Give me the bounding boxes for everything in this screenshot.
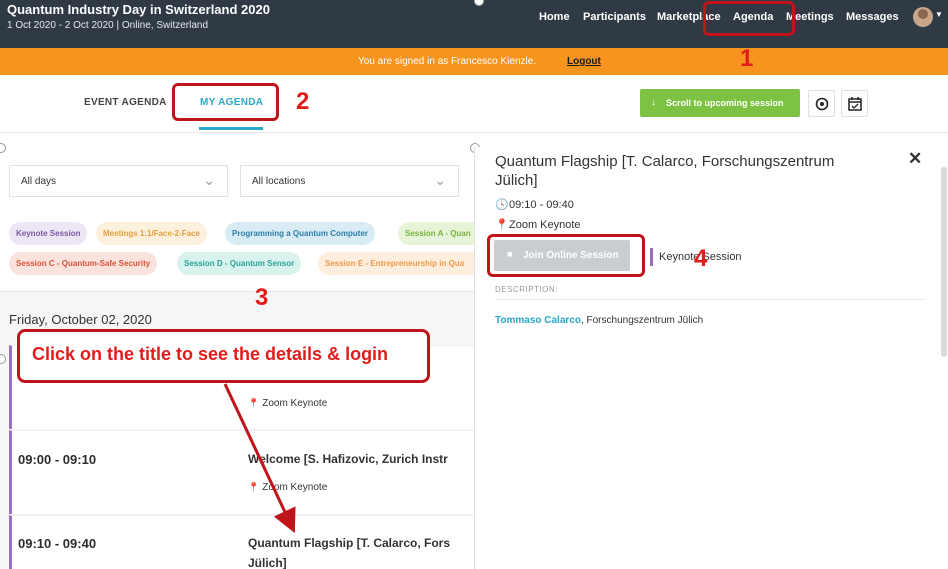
- annotation-arrow: [223, 383, 296, 534]
